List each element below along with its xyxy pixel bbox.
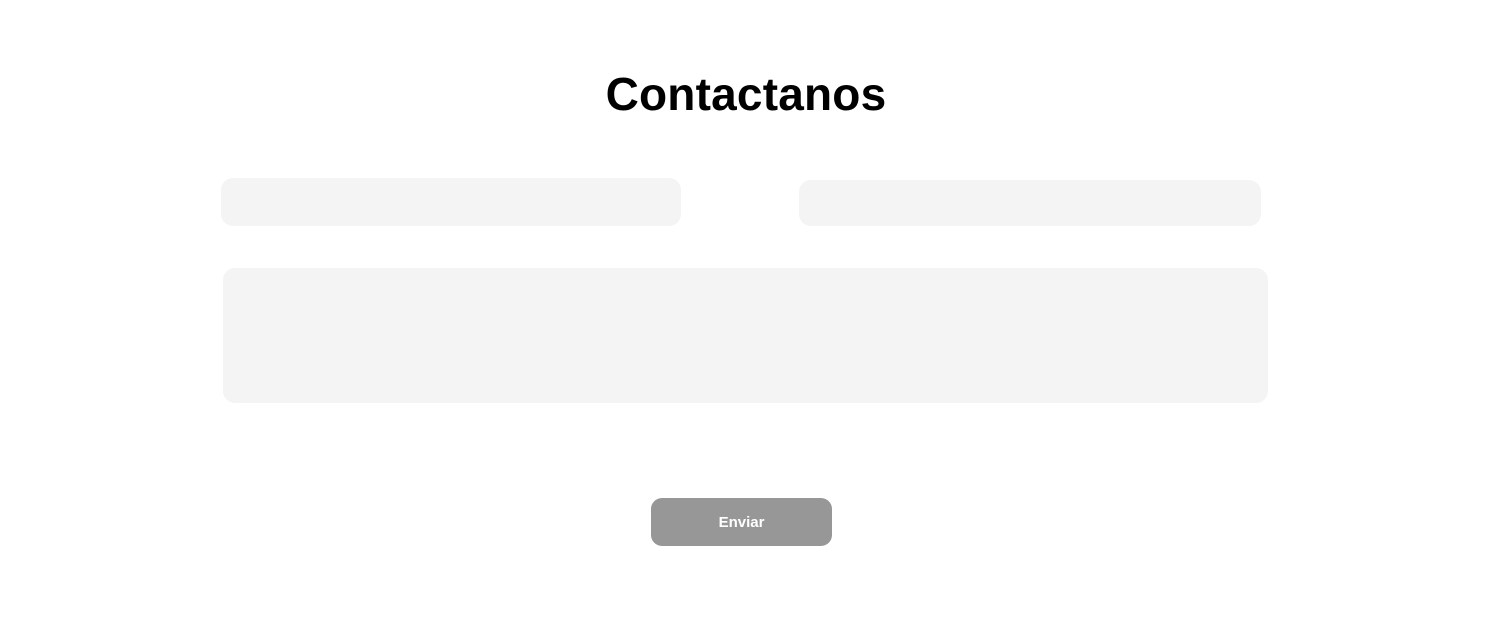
email-field[interactable] [799,180,1261,226]
message-field[interactable] [223,268,1268,403]
submit-button[interactable]: Enviar [651,498,832,546]
page-title: Contactanos [605,68,887,120]
name-field[interactable] [221,178,681,226]
